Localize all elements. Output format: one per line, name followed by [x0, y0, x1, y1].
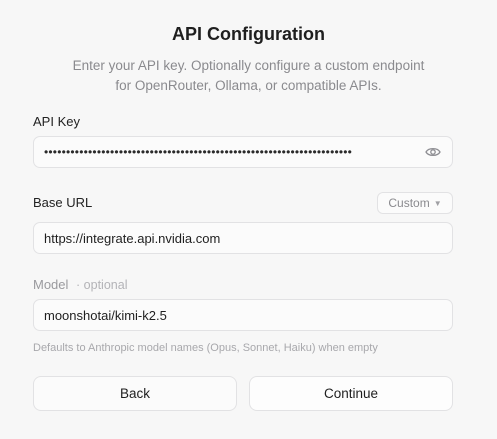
base-url-field[interactable] — [33, 222, 453, 254]
base-url-label: Base URL — [33, 195, 93, 210]
subtitle-line-1: Enter your API key. Optionally configure… — [72, 58, 425, 73]
model-input[interactable] — [44, 307, 442, 323]
page-title: API Configuration — [172, 24, 325, 44]
subtitle-line-2: for OpenRouter, Ollama, or compatible AP… — [115, 78, 382, 93]
model-optional-tag: · optional — [76, 278, 128, 292]
model-label: Model — [33, 277, 69, 292]
base-url-preset-value: Custom — [388, 196, 430, 210]
eye-icon[interactable] — [424, 143, 442, 161]
base-url-preset-select[interactable]: Custom ▼ — [377, 192, 453, 214]
chevron-down-icon: ▼ — [433, 199, 442, 208]
model-label-row: Model · optional — [33, 277, 127, 292]
api-key-field[interactable]: ••••••••••••••••••••••••••••••••••••••••… — [33, 136, 453, 168]
model-field[interactable] — [33, 299, 453, 331]
page-subtitle: Enter your API key. Optionally configure… — [40, 56, 457, 96]
back-button[interactable]: Back — [33, 376, 237, 411]
continue-button[interactable]: Continue — [249, 376, 453, 411]
api-configuration-panel: API Configuration Enter your API key. Op… — [0, 0, 497, 439]
model-hint: Defaults to Anthropic model names (Opus,… — [33, 342, 378, 354]
api-key-label: API Key — [33, 114, 80, 129]
base-url-input[interactable] — [44, 230, 442, 246]
api-key-masked-value[interactable]: ••••••••••••••••••••••••••••••••••••••••… — [44, 145, 418, 159]
